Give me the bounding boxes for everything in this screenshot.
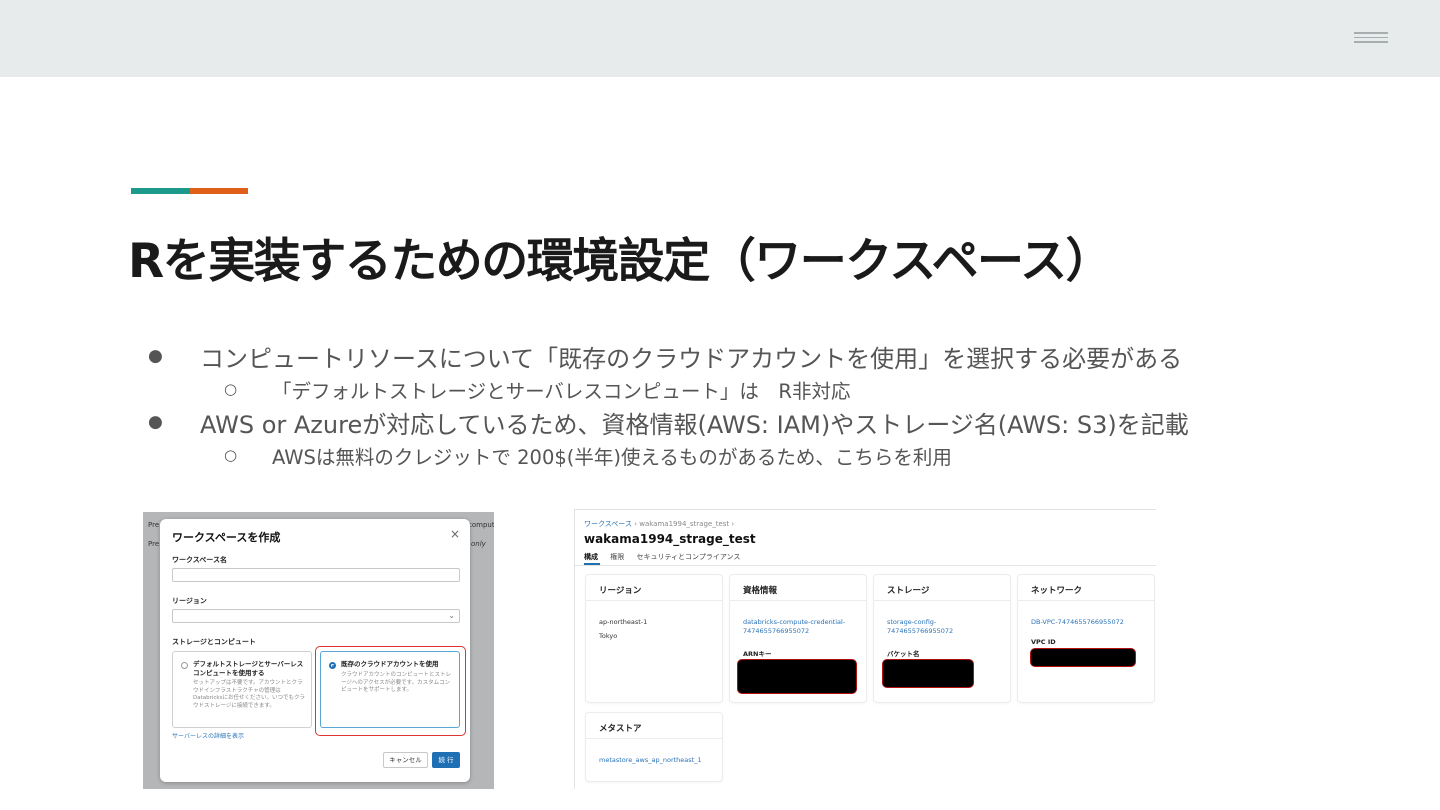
bullet-item: ● AWS or Azureが対応しているため、資格情報(AWS: IAM)やス…: [148, 404, 1268, 440]
tab-configuration[interactable]: 構成: [584, 553, 598, 561]
highlight-annotation: [315, 646, 466, 736]
tab-permissions[interactable]: 権限: [610, 553, 624, 561]
region-select[interactable]: ⌄: [172, 609, 460, 623]
tab-divider: [575, 565, 1156, 566]
background-text: compute: [468, 521, 494, 529]
workspace-title: wakama1994_strage_test: [584, 532, 756, 546]
sub-bullet-marker: ○: [224, 446, 238, 464]
workspace-name-input[interactable]: [172, 568, 460, 582]
bullet-item: ● コンピュートリソースについて「既存のクラウドアカウントを使用」を選択する必要…: [148, 338, 1268, 374]
redacted-value: [1030, 648, 1136, 667]
card-header: ネットワーク: [1018, 575, 1154, 601]
storage-compute-label: ストレージとコンピュート: [172, 638, 256, 646]
breadcrumb-root-link[interactable]: ワークスペース: [584, 520, 632, 528]
sub-bullet-text: 「デフォルトストレージとサーバレスコンピュート」は R非対応: [272, 379, 851, 403]
bucket-name-label: バケット名: [887, 650, 920, 658]
dialog-title: ワークスペースを作成: [172, 531, 281, 544]
vpc-id-label: VPC ID: [1031, 638, 1056, 646]
vpc-link[interactable]: DB-VPC-7474655766955072: [1031, 618, 1124, 627]
bullet-text: AWS or Azureが対応しているため、資格情報(AWS: IAM)やストレ…: [200, 410, 1189, 439]
breadcrumb-current: wakama1994_strage_test: [639, 520, 730, 528]
network-card: ネットワーク DB-VPC-7474655766955072 VPC ID: [1018, 575, 1154, 702]
card-header: リージョン: [586, 575, 722, 601]
breadcrumb-separator: ›: [731, 520, 735, 528]
workspace-name-label: ワークスペース名: [172, 556, 227, 564]
title-accent-orange: [190, 188, 248, 194]
create-workspace-dialog: ワークスペースを作成 × ワークスペース名 リージョン ⌄ ストレージとコンピュ…: [160, 519, 470, 782]
close-icon[interactable]: ×: [450, 527, 460, 541]
card-header: 資格情報: [730, 575, 866, 601]
sub-bullet-text: AWSは無料のクレジットで 200$(半年)使えるものがあるため、こちらを利用: [272, 445, 952, 469]
card-header: ストレージ: [874, 575, 1010, 601]
storage-config-link[interactable]: storage-config-7474655766955072: [887, 618, 987, 637]
background-text: Pre: [148, 540, 160, 548]
region-city: Tokyo: [599, 632, 618, 640]
credentials-card: 資格情報 databricks-compute-credential-74746…: [730, 575, 866, 702]
bullet-marker: ●: [148, 346, 163, 366]
card-header: メタストア: [586, 713, 722, 739]
bullet-list: ● コンピュートリソースについて「既存のクラウドアカウントを使用」を選択する必要…: [148, 338, 1268, 470]
title-accent-teal: [131, 188, 190, 194]
bullet-marker: ●: [148, 412, 163, 432]
option-description: セットアップは不要です。アカウントとクラウドインフラストラクチャの管理はData…: [193, 680, 305, 710]
metastore-card: メタストア metastore_aws_ap_northeast_1: [586, 713, 722, 781]
top-bar: [0, 0, 1440, 77]
slide-title: Rを実装するための環境設定（ワークスペース）: [128, 234, 1113, 289]
region-code: ap-northeast-1: [599, 618, 648, 626]
continue-button[interactable]: 続 行: [432, 752, 460, 768]
region-label: リージョン: [172, 597, 207, 605]
sub-bullet-marker: ○: [224, 380, 238, 398]
sub-bullet-item: ○ 「デフォルトストレージとサーバレスコンピュート」は R非対応: [148, 374, 1268, 404]
arn-key-label: ARNキー: [743, 650, 772, 658]
region-card: リージョン ap-northeast-1 Tokyo: [586, 575, 722, 702]
workspace-config-screenshot: ワークスペース › wakama1994_strage_test › wakam…: [574, 509, 1156, 789]
metastore-link[interactable]: metastore_aws_ap_northeast_1: [599, 756, 702, 765]
default-storage-option[interactable]: デフォルトストレージとサーバーレスコンピュートを使用する セットアップは不要です…: [172, 651, 312, 728]
serverless-details-link[interactable]: サーバーレスの詳細を表示: [172, 731, 244, 740]
radio-icon[interactable]: [181, 662, 188, 669]
sub-bullet-item: ○ AWSは無料のクレジットで 200$(半年)使えるものがあるため、こちらを利…: [148, 440, 1268, 470]
breadcrumb: ワークスペース › wakama1994_strage_test ›: [584, 519, 734, 529]
chevron-down-icon: ⌄: [448, 611, 455, 620]
cancel-button[interactable]: キャンセル: [383, 752, 428, 768]
tab-security-compliance[interactable]: セキュリティとコンプライアンス: [636, 553, 740, 561]
background-text: Pre: [148, 521, 160, 529]
redacted-value: [882, 659, 974, 688]
redacted-value: [737, 659, 857, 694]
credential-link[interactable]: databricks-compute-credential-7474655766…: [743, 618, 858, 637]
hamburger-menu-icon[interactable]: [1354, 32, 1388, 46]
option-title: デフォルトストレージとサーバーレスコンピュートを使用する: [193, 660, 304, 677]
background-text: only: [471, 540, 486, 548]
create-workspace-screenshot: Pre Pre compute only ワークスペースを作成 × ワークスペー…: [143, 512, 494, 789]
tab-bar: 構成 権限 セキュリティとコンプライアンス: [584, 552, 750, 562]
breadcrumb-separator: ›: [634, 520, 637, 528]
storage-card: ストレージ storage-config-7474655766955072 バケ…: [874, 575, 1010, 702]
bullet-text: コンピュートリソースについて「既存のクラウドアカウントを使用」を選択する必要があ…: [200, 344, 1183, 373]
